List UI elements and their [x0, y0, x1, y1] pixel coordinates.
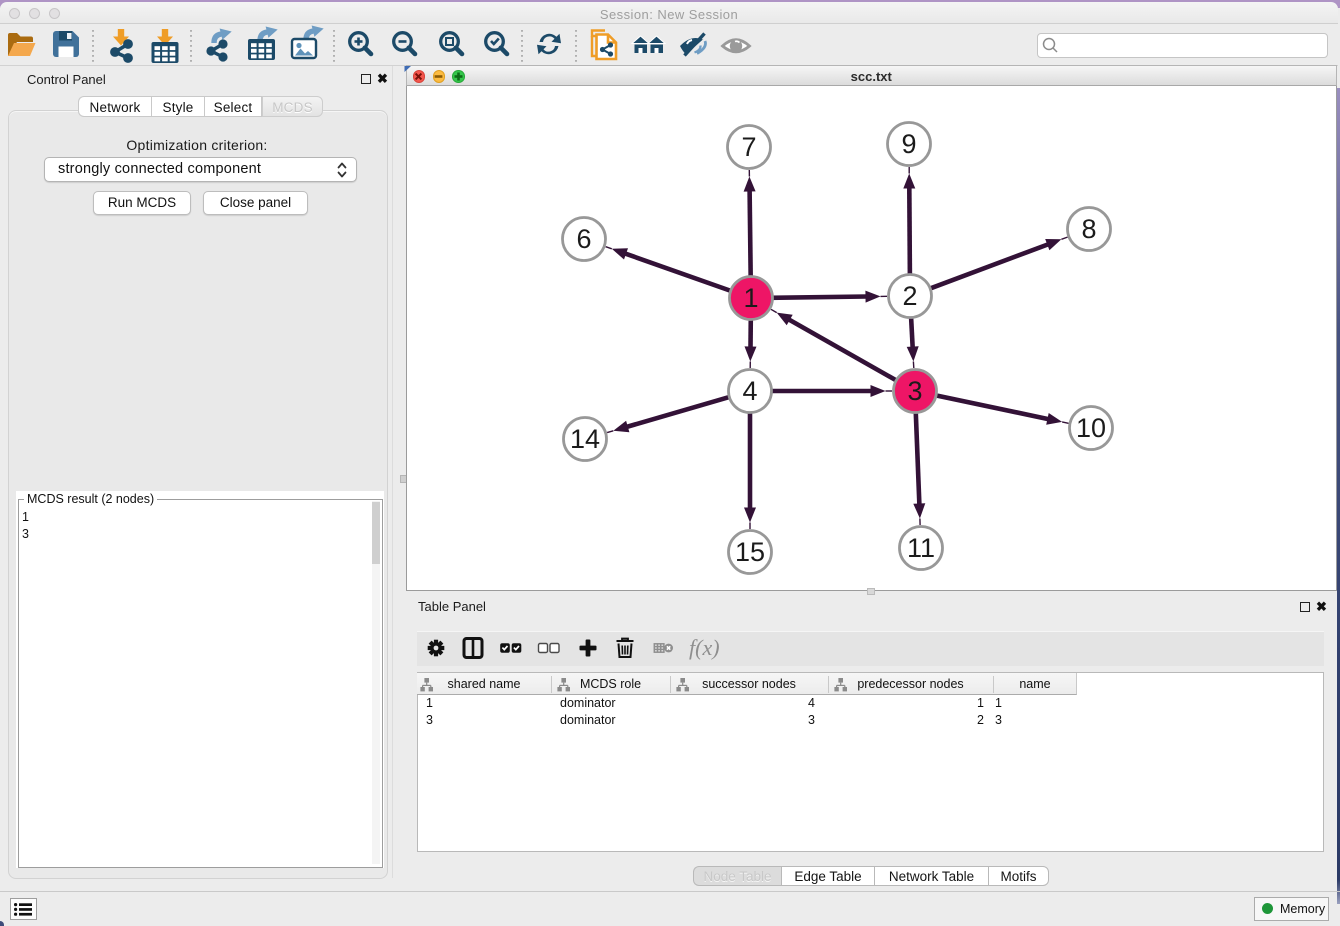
- svg-text:1: 1: [743, 283, 758, 313]
- svg-text:f(x): f(x): [689, 635, 720, 660]
- svg-text:2: 2: [902, 281, 917, 311]
- svg-text:6: 6: [576, 224, 591, 254]
- svg-text:4: 4: [742, 376, 757, 406]
- svg-text:9: 9: [901, 129, 916, 159]
- svg-text:10: 10: [1076, 413, 1106, 443]
- svg-text:8: 8: [1081, 214, 1096, 244]
- svg-text:14: 14: [570, 424, 600, 454]
- svg-text:3: 3: [907, 376, 922, 406]
- svg-text:7: 7: [741, 132, 756, 162]
- svg-text:15: 15: [735, 537, 765, 567]
- svg-text:11: 11: [907, 533, 935, 563]
